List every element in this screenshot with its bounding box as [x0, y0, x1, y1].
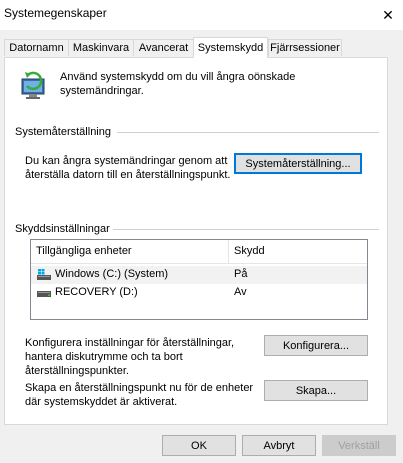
drive-name: Windows (C:) (System) [55, 268, 169, 280]
close-icon: ✕ [382, 6, 394, 23]
tab-datornamn[interactable]: Datornamn [4, 39, 69, 56]
intro-text: Använd systemskydd om du vill ångra oöns… [60, 71, 296, 97]
drives-listview[interactable]: Tillgängliga enheter Skydd Windows (C:) … [30, 239, 368, 320]
drive-row-windows[interactable]: Windows (C:) (System) På [31, 266, 367, 284]
drive-row-recovery[interactable]: RECOVERY (D:) Av [31, 284, 367, 302]
hard-drive-icon [36, 287, 52, 299]
column-header-protection[interactable]: Skydd [229, 240, 367, 263]
title-bar: Systemegenskaper ✕ [0, 0, 403, 30]
cancel-button[interactable]: Avbryt [242, 435, 316, 456]
tab-fjarrsessioner[interactable]: Fjärrsessioner [268, 39, 342, 56]
apply-button[interactable]: Verkställ [322, 435, 396, 456]
system-restore-button[interactable]: Systemåterställning... [234, 153, 362, 174]
close-button[interactable]: ✕ [373, 0, 403, 30]
drive-protection-status: På [234, 268, 248, 280]
create-description: Skapa en återställningspunkt nu för de e… [25, 382, 254, 408]
protection-group-divider [113, 229, 379, 230]
restore-group-title: Systemåterställning [15, 126, 111, 138]
tab-systemskydd[interactable]: Systemskydd [193, 37, 268, 58]
ok-button[interactable]: OK [162, 435, 236, 456]
systemskydd-panel: Använd systemskydd om du vill ångra oöns… [4, 57, 388, 425]
window-title: Systemegenskaper [4, 6, 107, 20]
create-button[interactable]: Skapa... [264, 380, 368, 401]
drive-name: RECOVERY (D:) [55, 286, 138, 298]
drive-protection-status: Av [234, 286, 247, 298]
restore-description: Du kan ångra systemändringar genom att å… [25, 155, 231, 181]
tab-maskinvara[interactable]: Maskinvara [68, 39, 134, 56]
protection-group-title: Skyddsinställningar [15, 223, 110, 235]
windows-drive-icon [36, 269, 52, 281]
configure-button[interactable]: Konfigurera... [264, 335, 368, 356]
tab-avancerat[interactable]: Avancerat [133, 39, 194, 56]
system-protection-shield-icon [19, 70, 51, 102]
column-header-drives[interactable]: Tillgängliga enheter [31, 240, 229, 263]
configure-description: Konfigurera inställningar för återställn… [25, 337, 235, 377]
restore-group-divider [117, 132, 379, 133]
listview-header: Tillgängliga enheter Skydd [31, 240, 367, 264]
